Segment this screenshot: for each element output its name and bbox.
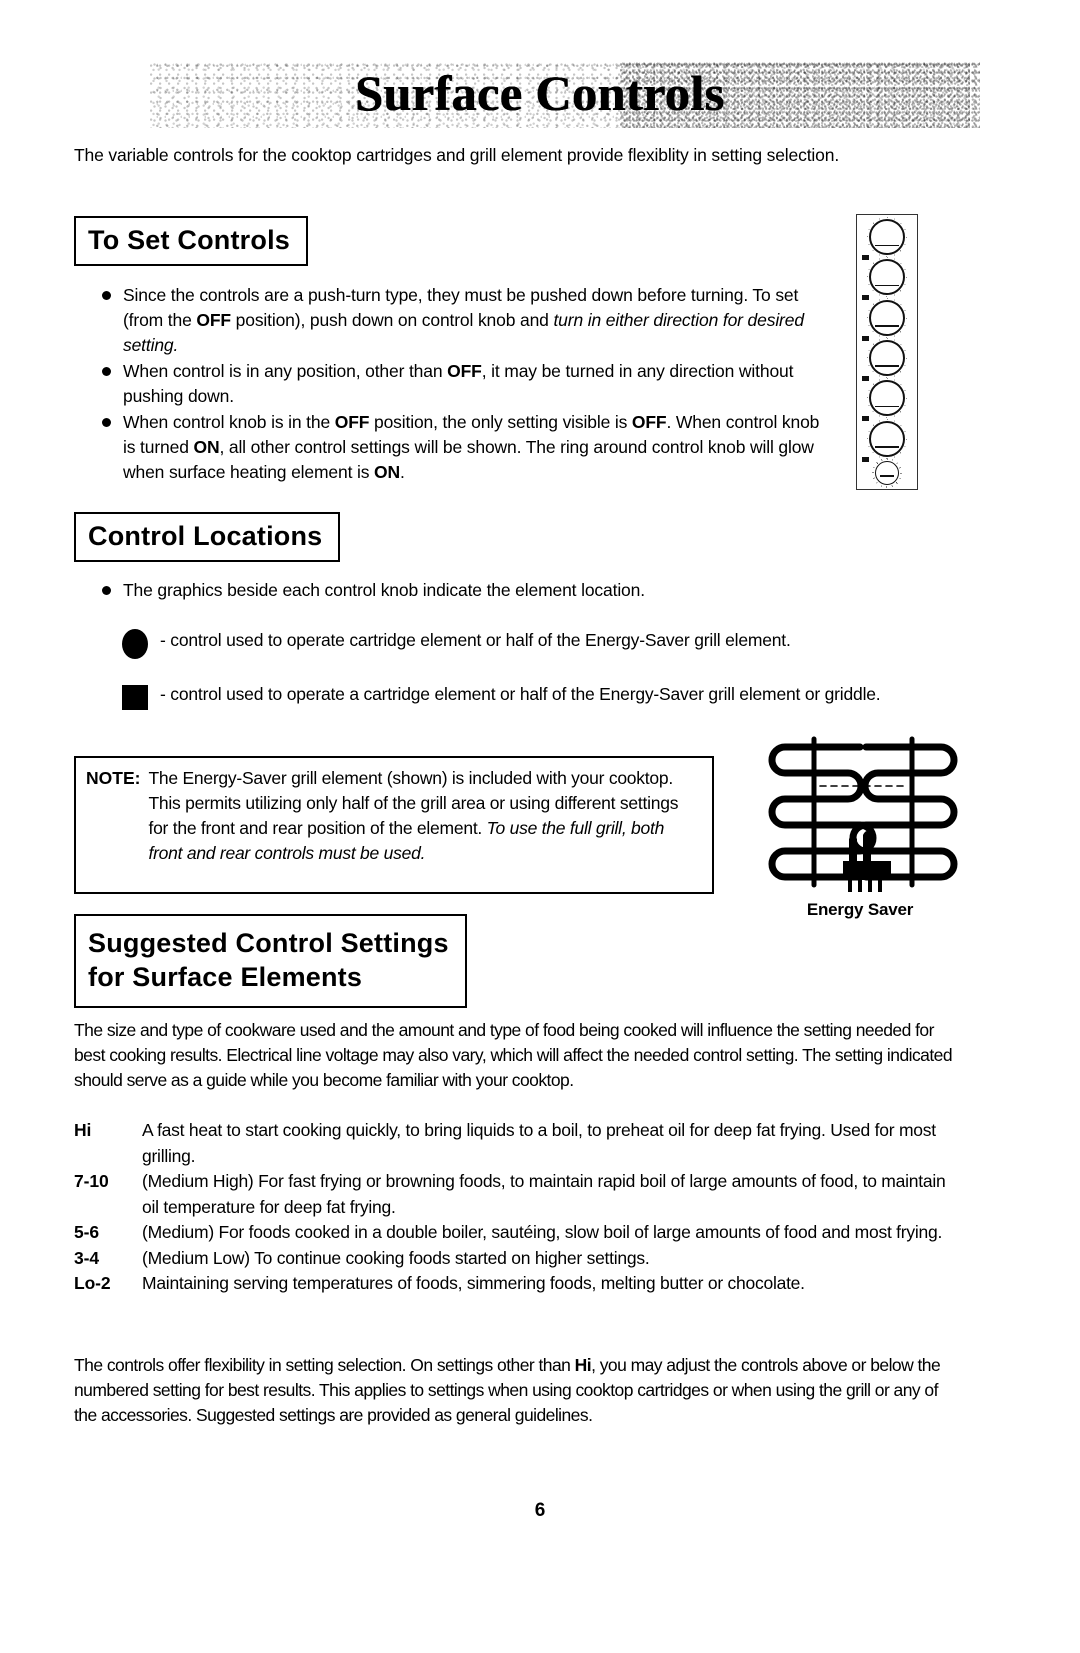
legend-row-square: - control used to operate a cartridge el… — [122, 682, 962, 710]
setting-row: 5-6 (Medium) For foods cooked in a doubl… — [74, 1220, 964, 1246]
setting-definition: Maintaining serving temperatures of food… — [142, 1273, 805, 1293]
manual-page: Surface Controls The variable controls f… — [0, 0, 1080, 1653]
page-title: Surface Controls — [355, 65, 725, 121]
setting-row: 7-10 (Medium High) For fast frying or br… — [74, 1169, 964, 1220]
element-location-marker — [862, 295, 869, 301]
legend-row-circle: - control used to operate cartridge elem… — [122, 628, 962, 659]
heading-suggested-control-settings: Suggested Control Settings for Surface E… — [74, 914, 467, 1008]
terminal-block — [843, 831, 891, 892]
legend-label: - control used to operate cartridge elem… — [160, 630, 791, 650]
to-set-controls-bullets: Since the controls are a push-turn type,… — [96, 283, 826, 486]
legend-label: - control used to operate a cartridge el… — [160, 684, 881, 704]
control-knob — [862, 418, 907, 462]
suggested-settings-list: Hi A fast heat to start cooking quickly,… — [74, 1118, 964, 1297]
control-knob — [862, 297, 907, 341]
filled-circle-icon — [122, 629, 148, 659]
element-location-marker — [862, 255, 869, 260]
setting-term: Lo-2 — [74, 1273, 111, 1293]
note-body: The Energy-Saver grill element (shown) i… — [148, 768, 679, 863]
setting-term: 3-4 — [74, 1247, 99, 1268]
energy-saver-grill-element-diagram — [748, 735, 978, 895]
control-knob-small — [872, 457, 902, 488]
grill-element-svg — [768, 736, 958, 892]
element-location-marker — [862, 456, 869, 462]
control-panel-illustration — [856, 214, 918, 490]
heading-to-set-controls: To Set Controls — [74, 216, 308, 267]
list-item: The graphics beside each control knob in… — [96, 578, 896, 603]
setting-definition: A fast heat to start cooking quickly, to… — [142, 1120, 936, 1166]
element-location-marker — [862, 375, 869, 381]
note-label: NOTE: — [86, 768, 141, 788]
suggested-settings-intro: The size and type of cookware used and t… — [74, 1020, 953, 1090]
filled-square-icon — [122, 685, 148, 710]
heading-line-2: for Surface Elements — [88, 962, 363, 992]
closing-paragraph: The controls offer flexibility in settin… — [74, 1355, 941, 1425]
intro-paragraph: The variable controls for the cooktop ca… — [74, 145, 840, 165]
note-box: NOTE: The Energy-Saver grill element (sh… — [74, 756, 714, 894]
control-knob — [862, 217, 907, 260]
control-knob — [862, 257, 907, 301]
control-knob — [862, 378, 907, 422]
setting-definition: (Medium High) For fast frying or brownin… — [142, 1171, 946, 1217]
setting-term: 7-10 — [74, 1171, 109, 1191]
list-item: When control knob is in the OFF position… — [96, 410, 826, 485]
setting-definition: (Medium Low) To continue cooking foods s… — [142, 1247, 650, 1268]
element-location-marker — [862, 416, 869, 422]
setting-row: 3-4 (Medium Low) To continue cooking foo… — [74, 1246, 964, 1272]
page-number: 6 — [534, 1500, 546, 1521]
control-locations-bullets: The graphics beside each control knob in… — [96, 578, 896, 604]
page-banner: Surface Controls — [0, 56, 1080, 134]
energy-saver-caption: Energy Saver — [806, 900, 914, 919]
element-location-marker — [862, 335, 869, 341]
setting-definition: (Medium) For foods cooked in a double bo… — [142, 1222, 943, 1242]
control-knob — [862, 337, 907, 381]
setting-term: Hi — [74, 1120, 92, 1140]
list-item: When control is in any position, other t… — [96, 359, 826, 409]
setting-term: 5-6 — [74, 1222, 99, 1242]
heading-control-locations: Control Locations — [74, 512, 341, 563]
setting-row: Lo-2 Maintaining serving temperatures of… — [74, 1271, 964, 1297]
setting-row: Hi A fast heat to start cooking quickly,… — [74, 1118, 964, 1169]
heading-line-1: Suggested Control Settings — [88, 928, 449, 958]
list-item: Since the controls are a push-turn type,… — [96, 283, 826, 358]
